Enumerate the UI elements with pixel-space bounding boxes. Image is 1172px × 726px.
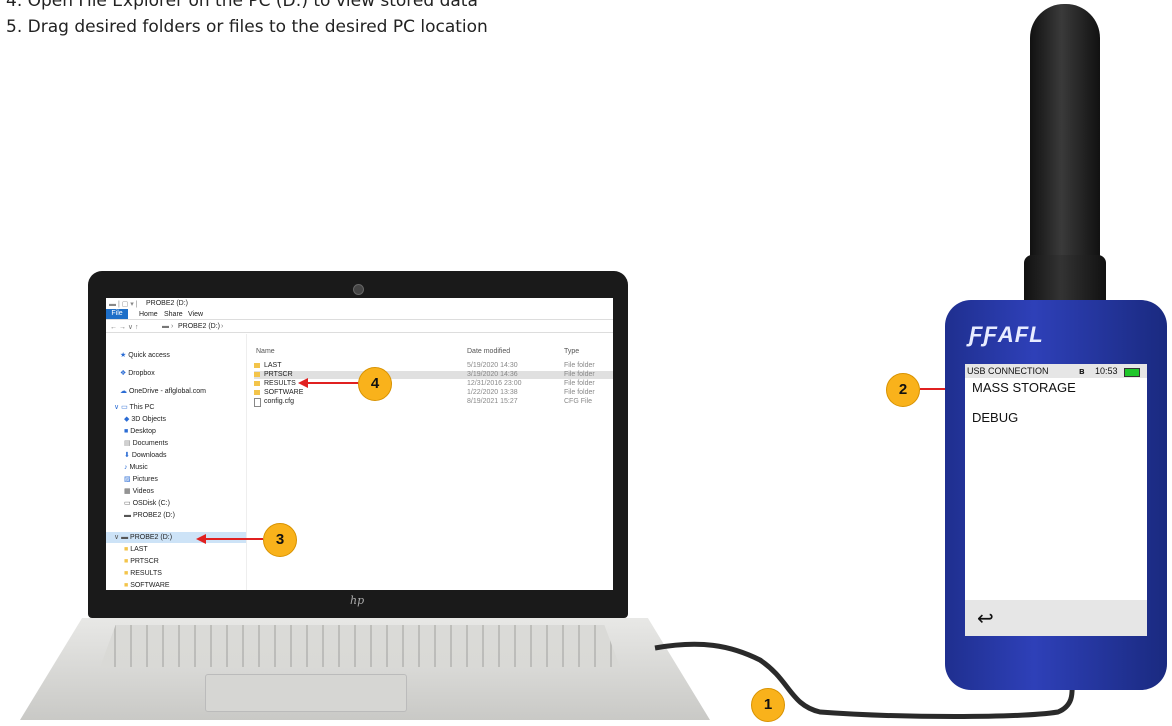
- callout-1: 1: [751, 688, 785, 722]
- afl-logo-text: AFL: [997, 322, 1044, 347]
- callout-3: 3: [263, 523, 297, 557]
- menu-item-debug[interactable]: DEBUG: [972, 410, 1018, 425]
- device-screen: [965, 364, 1147, 636]
- back-icon[interactable]: ↩: [977, 606, 994, 631]
- afl-logo: ƑƑAFL: [969, 322, 1044, 348]
- device-footer: ↩: [965, 600, 1147, 636]
- device-status-bar: USB CONNECTION ʙ 10:53: [965, 364, 1147, 378]
- arrow-4-head: [298, 378, 308, 388]
- arrow-3-head: [196, 534, 206, 544]
- status-title: USB CONNECTION: [967, 366, 1049, 376]
- menu-item-mass-storage[interactable]: MASS STORAGE: [972, 380, 1076, 395]
- device-antenna: [1030, 4, 1100, 274]
- callout-2: 2: [886, 373, 920, 407]
- bluetooth-icon: ʙ: [1079, 366, 1085, 376]
- callout-4: 4: [358, 367, 392, 401]
- afl-logo-mark-icon: ƑƑ: [969, 322, 998, 347]
- status-time: 10:53: [1095, 366, 1118, 376]
- battery-icon: [1124, 368, 1140, 377]
